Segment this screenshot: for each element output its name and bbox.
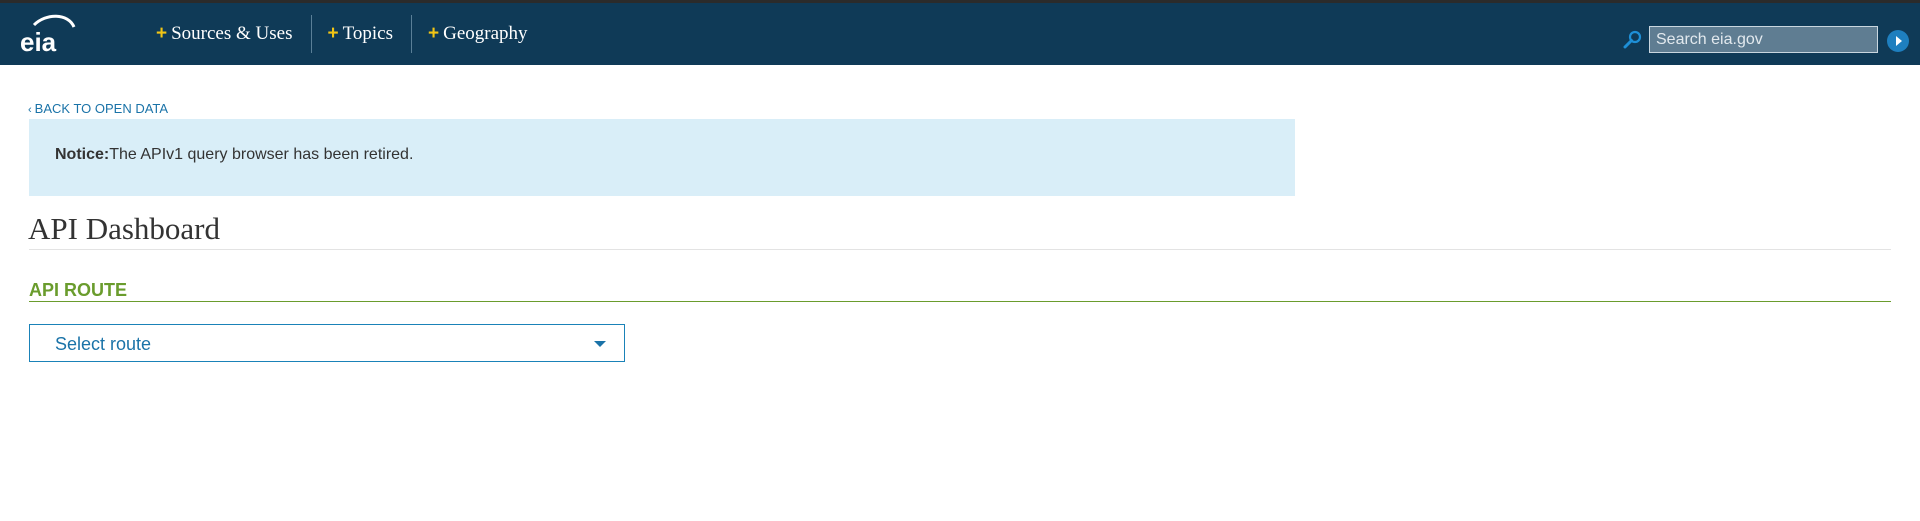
search-icon <box>1623 30 1642 49</box>
eia-logo-icon[interactable]: eia <box>20 13 80 57</box>
search-go-icon[interactable] <box>1887 30 1909 52</box>
plus-icon: + <box>156 23 168 44</box>
search-input[interactable] <box>1649 26 1878 53</box>
notice-text: The APIv1 query browser has been retired… <box>109 146 414 163</box>
notice-label: Notice: <box>55 146 110 163</box>
top-navigation-bar: eia + Sources & Uses + Topics + Geograph… <box>0 0 1920 65</box>
nav-label: Geography <box>443 23 528 44</box>
logo-text: eia <box>20 27 57 57</box>
back-link-label: BACK TO OPEN DATA <box>34 101 169 116</box>
nav-label: Topics <box>342 23 393 44</box>
nav-label: Sources & Uses <box>171 23 293 44</box>
title-divider <box>29 249 1891 250</box>
main-nav: + Sources & Uses + Topics + Geography <box>146 3 546 65</box>
notice-banner: Notice:The APIv1 query browser has been … <box>29 119 1295 196</box>
api-route-heading: API ROUTE <box>29 280 128 300</box>
route-select-dropdown[interactable]: Select route <box>29 324 625 362</box>
plus-icon: + <box>327 23 339 44</box>
back-to-open-data-link[interactable]: ‹ BACK TO OPEN DATA <box>28 101 168 116</box>
section-divider <box>29 301 1891 302</box>
route-select-value: Select route <box>55 334 152 354</box>
page-title: API Dashboard <box>28 211 220 246</box>
plus-icon: + <box>428 23 440 44</box>
caret-down-icon <box>594 341 606 347</box>
nav-topics[interactable]: + Topics <box>312 15 412 53</box>
nav-sources-uses[interactable]: + Sources & Uses <box>146 15 312 53</box>
nav-geography[interactable]: + Geography <box>412 15 546 53</box>
chevron-left-icon: ‹ <box>28 104 32 116</box>
